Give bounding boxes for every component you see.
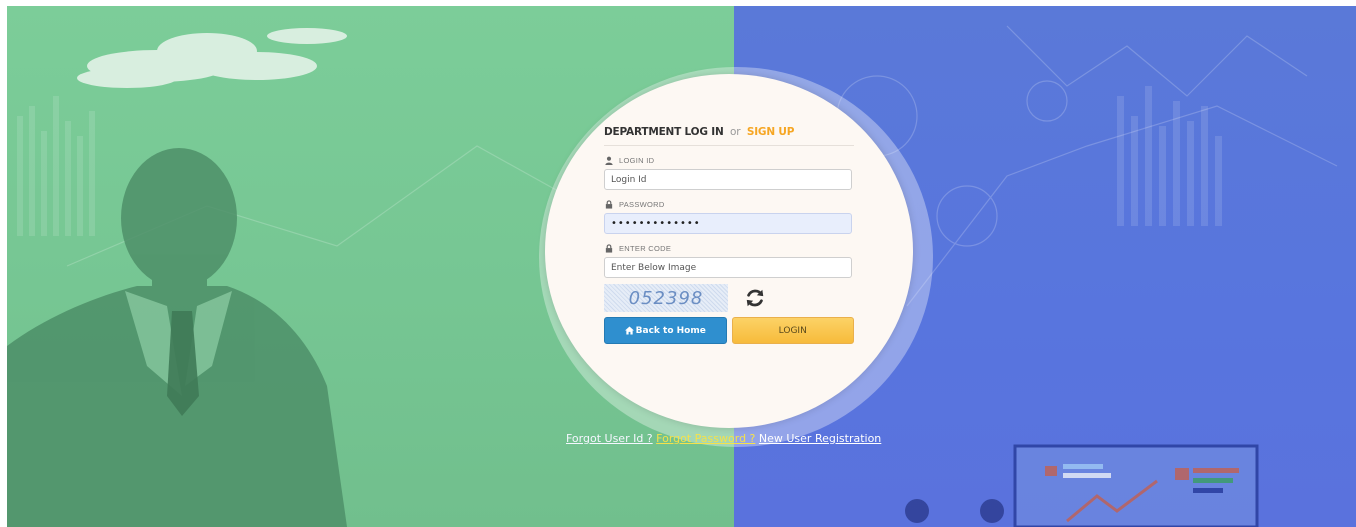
login-id-label: LOGIN ID <box>604 156 854 165</box>
login-button-label: LOGIN <box>778 325 807 336</box>
login-id-placeholder: Login Id <box>611 174 647 185</box>
password-label: PASSWORD <box>604 200 854 209</box>
login-id-input[interactable]: Login Id <box>604 169 852 190</box>
captcha-image: 052398 <box>604 284 728 312</box>
lock-icon <box>605 244 613 253</box>
form-title: DEPARTMENT LOG IN or SIGN UP <box>604 126 854 146</box>
captcha-code-input[interactable]: Enter Below Image <box>604 257 852 278</box>
button-row: Back to Home LOGIN <box>604 317 854 344</box>
new-user-registration-link[interactable]: New User Registration <box>759 432 881 445</box>
login-id-label-text: LOGIN ID <box>619 156 655 165</box>
password-input[interactable]: ••••••••••••• <box>604 213 852 234</box>
or-text: or <box>730 126 741 138</box>
user-icon <box>605 156 613 165</box>
forgot-password-link[interactable]: Forgot Password ? <box>656 432 755 445</box>
back-to-home-label: Back to Home <box>635 325 706 336</box>
sign-up-link[interactable]: SIGN UP <box>747 126 795 138</box>
captcha-row: 052398 <box>604 284 854 312</box>
cloud-image <box>77 28 347 88</box>
dashboard-illustration <box>1013 444 1259 527</box>
footer-links: Forgot User Id ? Forgot Password ? New U… <box>566 432 881 445</box>
code-placeholder: Enter Below Image <box>611 262 697 273</box>
forgot-user-id-link[interactable]: Forgot User Id ? <box>566 432 653 445</box>
refresh-icon[interactable] <box>744 287 766 309</box>
form-title-text: DEPARTMENT LOG IN <box>604 126 724 138</box>
login-form: DEPARTMENT LOG IN or SIGN UP LOGIN ID Lo… <box>604 126 854 344</box>
code-label: ENTER CODE <box>604 244 854 253</box>
password-value: ••••••••••••• <box>611 218 701 229</box>
password-label-text: PASSWORD <box>619 200 665 209</box>
home-icon <box>624 326 634 335</box>
code-label-text: ENTER CODE <box>619 244 672 253</box>
login-button[interactable]: LOGIN <box>731 317 854 344</box>
back-to-home-button[interactable]: Back to Home <box>604 317 727 344</box>
captcha-text: 052398 <box>628 287 704 309</box>
lock-icon <box>605 200 613 209</box>
